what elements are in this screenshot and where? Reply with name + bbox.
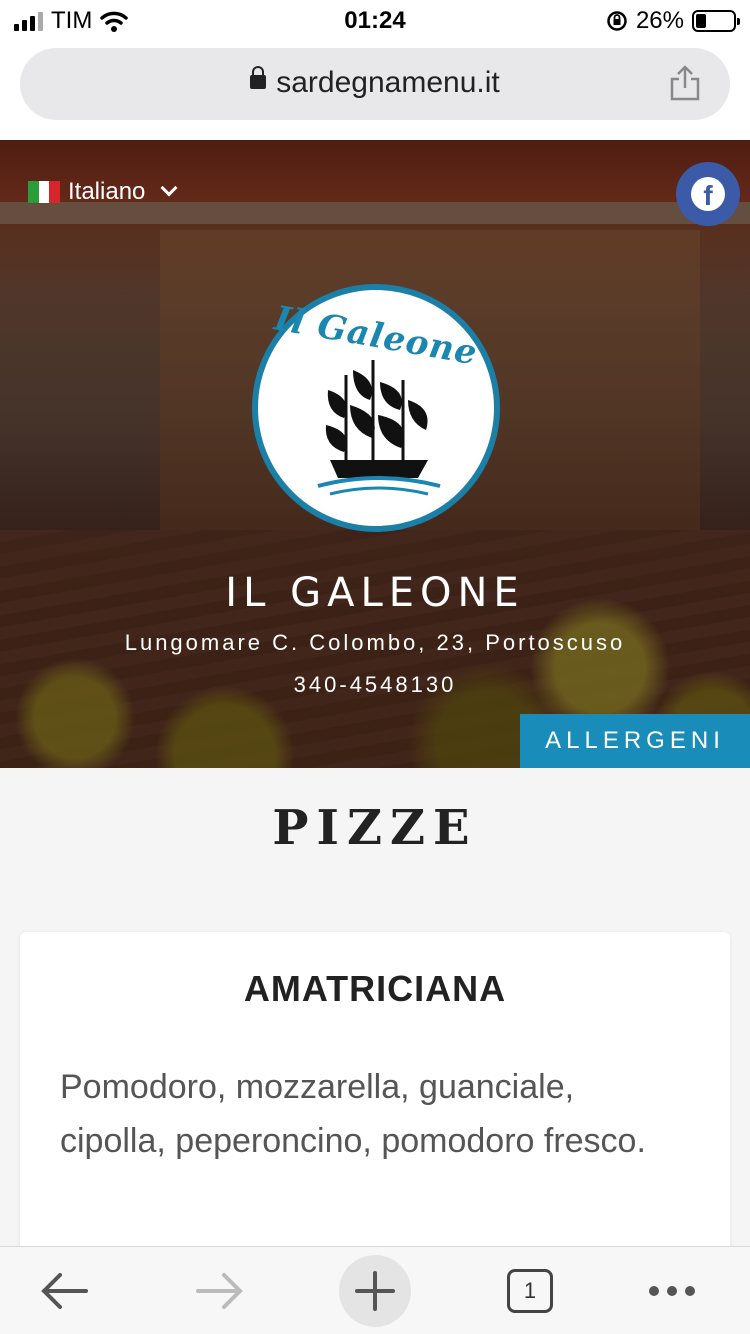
menu-item-description: Pomodoro, mozzarella, guanciale, cipolla… [60,1068,646,1160]
hero-banner: Italiano f Il Galeone IL GALEONE Lungoma… [0,140,750,768]
restaurant-name: IL GALEONE [225,570,525,616]
restaurant-phone[interactable]: 340-4548130 [0,672,750,698]
restaurant-logo: Il Galeone [252,284,500,532]
ship-icon [317,360,441,496]
url-display[interactable]: sardegnamenu.it [20,66,730,100]
facebook-button[interactable]: f [676,162,740,226]
lock-icon [250,66,267,90]
tab-count-badge: 1 [507,1269,553,1313]
restaurant-address: Lungomare C. Colombo, 23, Portoscuso [124,630,626,655]
language-label: Italiano [68,178,146,205]
battery-percent: 26% [635,7,684,34]
plus-icon [355,1271,395,1311]
menu-item-name: AMATRICIANA [243,968,507,1009]
facebook-icon: f [691,177,725,211]
rotation-lock-icon [607,11,627,31]
italian-flag-icon [28,181,61,203]
share-icon[interactable] [668,64,702,102]
more-menu-button[interactable] [636,1255,708,1327]
forward-button[interactable] [184,1255,256,1327]
language-selector[interactable]: Italiano [28,178,178,206]
more-dots-icon [649,1286,695,1296]
browser-url-area: sardegnamenu.it [0,40,750,140]
browser-toolbar: 1 [0,1246,750,1334]
status-right: 26% [606,7,740,35]
back-button[interactable] [28,1255,100,1327]
status-bar: TIM 01:24 26% [0,0,750,40]
arrow-left-icon [41,1273,88,1309]
menu-item-card: AMATRICIANA Pomodoro, mozzarella, guanci… [20,932,730,1292]
address-bar[interactable]: sardegnamenu.it [20,48,730,120]
allergeni-button[interactable]: ALLERGENI [520,714,750,768]
battery-icon [692,10,740,32]
new-tab-button[interactable] [339,1255,411,1327]
url-text: sardegnamenu.it [276,66,500,99]
tabs-button[interactable]: 1 [494,1255,566,1327]
section-title: PIZZE [272,800,478,856]
chevron-down-icon [160,179,178,197]
arrow-right-icon [196,1273,243,1309]
